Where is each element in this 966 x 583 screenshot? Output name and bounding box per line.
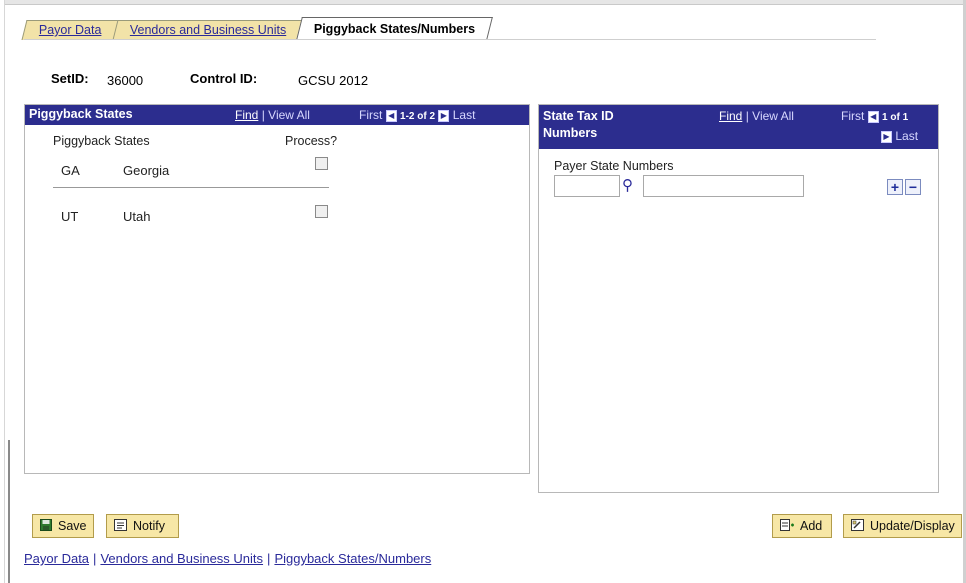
previous-arrow-icon[interactable]: ◀ <box>867 110 879 123</box>
next-arrow-icon[interactable]: ▶ <box>881 130 892 143</box>
payer-state-numbers-label: Payer State Numbers <box>554 159 674 173</box>
save-button[interactable]: Save <box>32 514 94 538</box>
footer-link-payor-data[interactable]: Payor Data <box>24 551 89 566</box>
add-row-button[interactable]: + <box>887 179 903 195</box>
state-name: Utah <box>123 209 151 224</box>
notify-button[interactable]: Notify <box>106 514 179 538</box>
notify-icon <box>114 518 127 534</box>
state-code: GA <box>61 163 80 178</box>
setid-label: SetID: <box>51 71 89 86</box>
process-checkbox[interactable] <box>315 205 328 218</box>
previous-arrow-icon[interactable]: ◀ <box>385 109 397 122</box>
row-divider <box>53 187 329 188</box>
state-number-input[interactable] <box>643 175 804 197</box>
last-link[interactable]: Last <box>453 108 476 122</box>
piggyback-states-grid: Piggyback States Find | View All First ◀… <box>24 104 530 474</box>
update-display-button[interactable]: Update/Display <box>843 514 962 538</box>
footer-navigation: Payor Data | Vendors and Business Units | Pi… <box>24 551 432 566</box>
grid-title: Piggyback States <box>29 107 133 121</box>
control-id-label: Control ID: <box>190 71 258 86</box>
window-top-edge <box>0 0 966 5</box>
state-input[interactable] <box>554 175 620 197</box>
save-icon <box>40 518 52 534</box>
next-arrow-icon[interactable]: ▶ <box>438 109 450 122</box>
tab-baseline <box>24 39 876 40</box>
first-link[interactable]: First <box>359 108 382 122</box>
grid-header: Piggyback States Find | View All First ◀… <box>25 105 529 125</box>
tab-vendors-business-units[interactable]: Vendors and Business Units <box>112 20 304 40</box>
grid-header: State Tax ID Numbers Find | View All Fir… <box>539 105 938 149</box>
footer-link-piggyback-states-numbers[interactable]: Piggyback States/Numbers <box>274 551 431 566</box>
search-icon[interactable]: ⚲ <box>622 176 633 194</box>
first-link[interactable]: First <box>841 109 864 123</box>
state-name: Georgia <box>123 163 170 178</box>
update-display-icon <box>851 518 864 534</box>
view-all-link[interactable]: View All <box>752 109 794 123</box>
left-scroll-marker <box>8 440 10 583</box>
page-tabs: Payor Data Vendors and Business Units Pi… <box>21 17 493 40</box>
footer-link-vendors-business-units[interactable]: Vendors and Business Units <box>100 551 263 566</box>
state-tax-id-grid: State Tax ID Numbers Find | View All Fir… <box>538 104 939 493</box>
row-range: 1-2 of 2 <box>400 111 436 122</box>
grid-title-line2: Numbers <box>543 126 598 140</box>
grid-title-line1: State Tax ID <box>543 109 614 123</box>
add-icon <box>780 518 794 534</box>
col-header-process: Process? <box>285 134 338 148</box>
row-range: 1 of 1 <box>882 112 909 123</box>
add-button[interactable]: Add <box>772 514 832 538</box>
window-left-edge <box>0 0 5 583</box>
delete-row-button[interactable]: − <box>905 179 921 195</box>
last-link[interactable]: Last <box>895 129 918 143</box>
state-code: UT <box>61 209 79 224</box>
control-id-value: GCSU 2012 <box>298 73 369 88</box>
setid-value: 36000 <box>107 73 144 88</box>
process-checkbox[interactable] <box>315 157 328 170</box>
tab-payor-data[interactable]: Payor Data <box>21 20 120 40</box>
find-link[interactable]: Find <box>719 109 742 123</box>
col-header-piggyback-states: Piggyback States <box>53 134 150 148</box>
tab-piggyback-states-numbers[interactable]: Piggyback States/Numbers <box>296 17 493 40</box>
find-link[interactable]: Find <box>235 108 258 122</box>
view-all-link[interactable]: View All <box>268 108 310 122</box>
